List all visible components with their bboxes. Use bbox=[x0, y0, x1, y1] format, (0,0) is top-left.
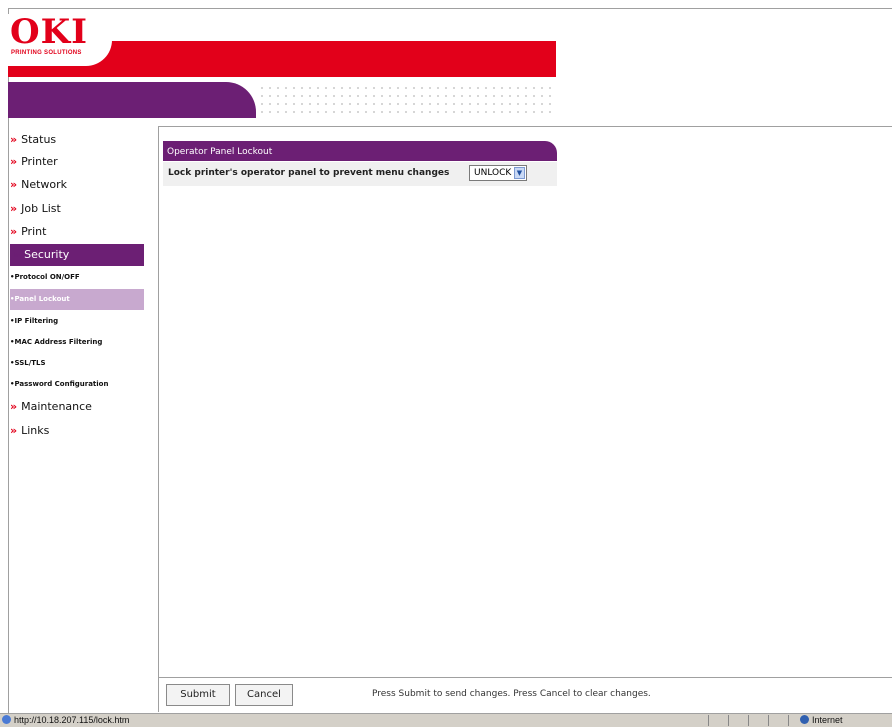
sidebar-item-job-list[interactable]: » Job List bbox=[10, 199, 144, 219]
setting-row: Lock printer's operator panel to prevent… bbox=[163, 162, 557, 186]
sidebar-item-label: Printer bbox=[21, 155, 58, 168]
sidebar-sub-protocol[interactable]: •Protocol ON/OFF bbox=[10, 270, 144, 284]
sidebar-item-links[interactable]: » Links bbox=[10, 421, 144, 441]
status-separator bbox=[708, 715, 709, 726]
sidebar-item-label: Print bbox=[21, 225, 47, 238]
footer-hint: Press Submit to send changes. Press Canc… bbox=[372, 689, 651, 699]
footer-divider bbox=[158, 677, 892, 678]
page-icon bbox=[2, 715, 11, 724]
sidebar-sub-password[interactable]: •Password Configuration bbox=[10, 377, 144, 391]
sidebar-item-label: Maintenance bbox=[21, 400, 92, 413]
submit-button[interactable]: Submit bbox=[166, 684, 230, 706]
chevron-icon: » bbox=[13, 248, 21, 261]
browser-status-bar: http://10.18.207.115/lock.htm Internet bbox=[0, 713, 892, 727]
status-separator bbox=[748, 715, 749, 726]
lockout-select[interactable]: UNLOCK ▼ bbox=[469, 165, 527, 181]
sidebar-divider bbox=[158, 126, 159, 712]
chevron-icon: » bbox=[10, 155, 18, 168]
status-separator bbox=[788, 715, 789, 726]
header-purple-band bbox=[8, 82, 256, 118]
select-value: UNLOCK bbox=[474, 168, 512, 178]
sidebar-item-maintenance[interactable]: » Maintenance bbox=[10, 397, 144, 417]
content-top-divider bbox=[158, 126, 892, 127]
sidebar-sub-panel-lockout[interactable]: •Panel Lockout bbox=[10, 289, 144, 310]
chevron-icon: » bbox=[10, 400, 18, 413]
status-url: http://10.18.207.115/lock.htm bbox=[14, 715, 130, 725]
sidebar-sub-mac-filtering[interactable]: •MAC Address Filtering bbox=[10, 335, 144, 349]
header-dot-pattern bbox=[258, 84, 556, 116]
sidebar-item-label: Links bbox=[21, 424, 50, 437]
sidebar-item-label: Network bbox=[21, 178, 68, 191]
status-separator bbox=[728, 715, 729, 726]
sidebar-sub-ssl-tls[interactable]: •SSL/TLS bbox=[10, 356, 144, 370]
oki-logo: OKI bbox=[10, 12, 89, 52]
globe-icon bbox=[800, 715, 809, 724]
sidebar-item-security[interactable]: » Security bbox=[10, 244, 144, 266]
chevron-icon: » bbox=[10, 225, 18, 238]
sidebar-item-label: Job List bbox=[21, 202, 61, 215]
chevron-icon: » bbox=[10, 133, 18, 146]
panel-title: Operator Panel Lockout bbox=[163, 141, 557, 161]
chevron-icon: » bbox=[10, 202, 18, 215]
chevron-icon: » bbox=[10, 178, 18, 191]
sidebar-item-status[interactable]: » Status bbox=[10, 130, 144, 150]
chevron-down-icon[interactable]: ▼ bbox=[514, 167, 525, 179]
sidebar-item-print[interactable]: » Print bbox=[10, 222, 144, 242]
sidebar-item-label: Status bbox=[21, 133, 57, 146]
sidebar-item-label: Security bbox=[24, 248, 70, 261]
cancel-button[interactable]: Cancel bbox=[235, 684, 293, 706]
sidebar-item-printer[interactable]: » Printer bbox=[10, 152, 144, 172]
chevron-icon: » bbox=[10, 424, 18, 437]
panel-title-text: Operator Panel Lockout bbox=[167, 147, 273, 157]
logo-subtitle: PRINTING SOLUTIONS bbox=[11, 50, 82, 56]
security-zone: Internet bbox=[812, 715, 843, 725]
status-separator bbox=[768, 715, 769, 726]
sidebar-item-network[interactable]: » Network bbox=[10, 175, 144, 195]
setting-label: Lock printer's operator panel to prevent… bbox=[168, 168, 450, 178]
sidebar-sub-ip-filtering[interactable]: •IP Filtering bbox=[10, 314, 144, 328]
